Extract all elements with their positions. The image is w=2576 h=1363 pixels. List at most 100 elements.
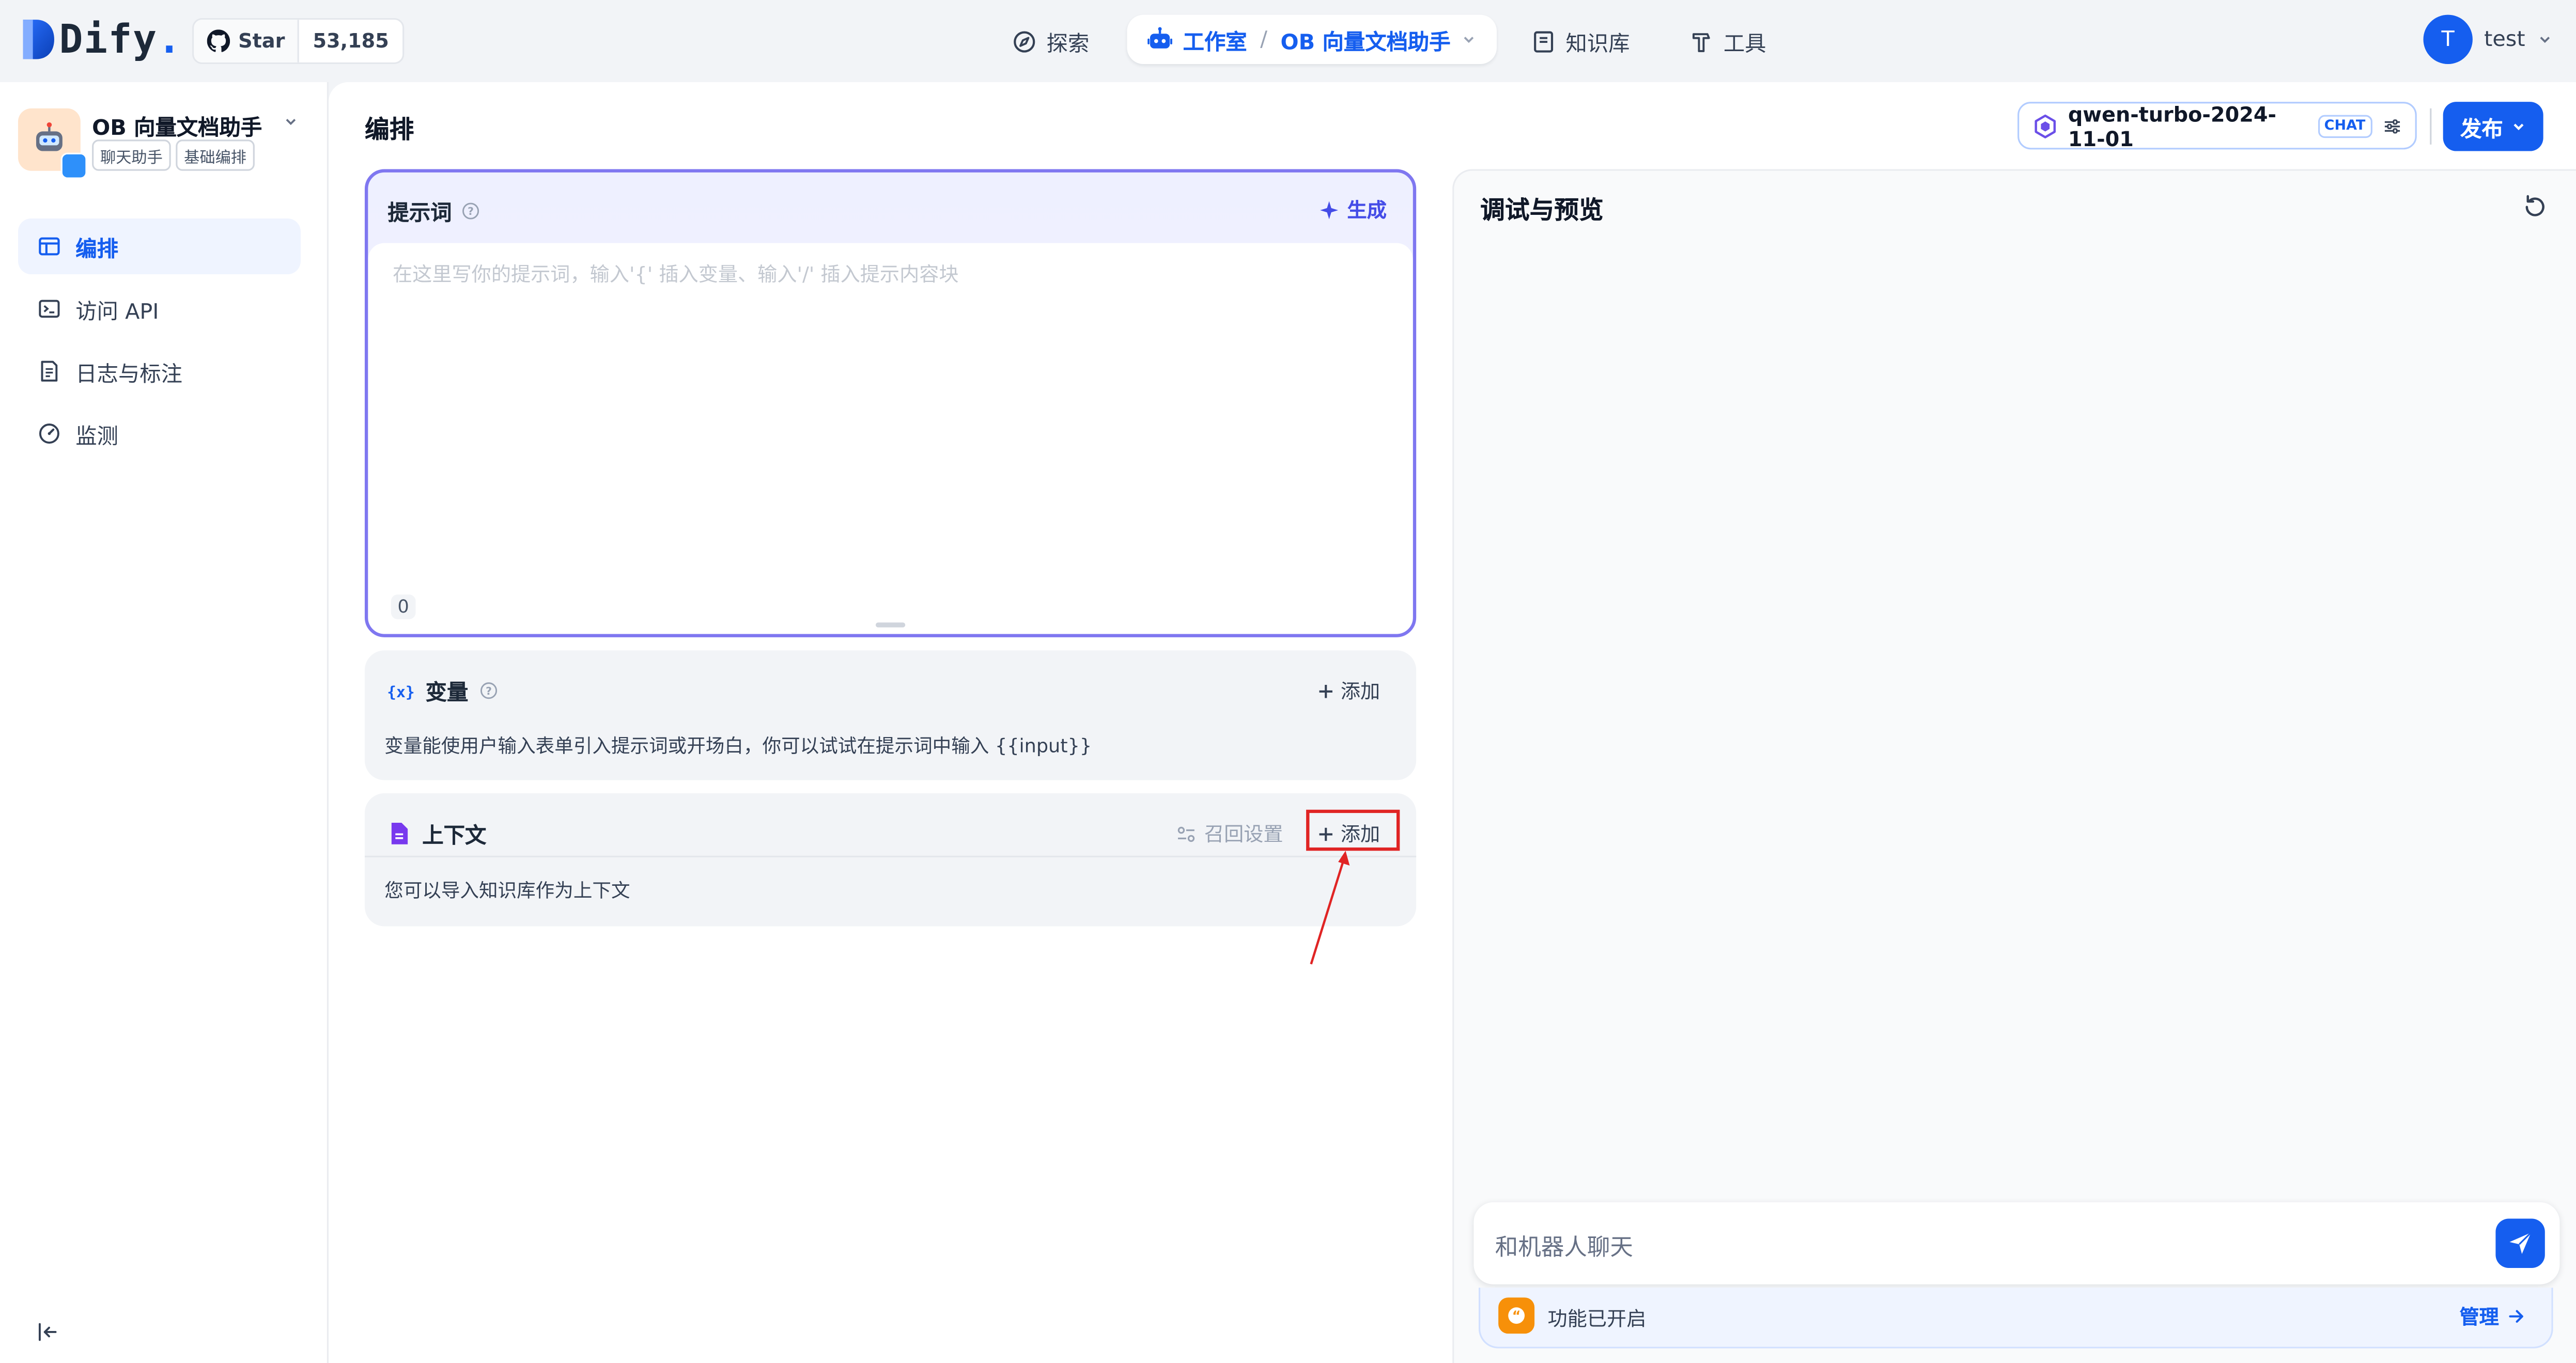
send-icon (2509, 1232, 2532, 1254)
plus-icon (1319, 684, 1332, 697)
robot-icon (1147, 27, 1172, 49)
nav-studio[interactable]: 工作室 / OB 向量文档助手 (1127, 14, 1497, 65)
feature-quote-icon: “ (1498, 1297, 1535, 1334)
variables-header: {x} 变量 ? (387, 675, 498, 706)
breadcrumb-separator: / (1260, 27, 1268, 52)
nav-explore-label: 探索 (1046, 32, 1090, 57)
sidebar-item-label: 日志与标注 (75, 362, 183, 387)
model-selector[interactable]: qwen-turbo-2024-11-01 CHAT (2018, 101, 2417, 150)
features-enabled-label: 功能已开启 (1547, 1307, 1647, 1330)
avatar: T (2423, 14, 2473, 65)
svg-text:?: ? (486, 685, 492, 697)
help-circle-icon[interactable]: ? (480, 682, 498, 700)
collapse-sidebar-button[interactable] (36, 1321, 59, 1344)
variables-description: 变量能使用户输入表单引入提示词或开场白，你可以试试在提示词中输入 {{input… (384, 734, 1092, 757)
nav-explore[interactable]: 探索 (1012, 20, 1090, 62)
arrow-right-icon (2509, 1310, 2523, 1323)
prompt-placeholder: 在这里写你的提示词，输入'{' 插入变量、输入'/' 插入提示内容块 (393, 262, 959, 286)
app-tag-type: 聊天助手 (92, 139, 171, 171)
layout-icon (39, 237, 60, 256)
help-circle-icon[interactable]: ? (462, 202, 480, 220)
variable-icon: {x} (387, 682, 414, 700)
settings-sliders-icon[interactable] (2382, 114, 2402, 137)
nav-knowledge[interactable]: 知识库 (1531, 20, 1630, 62)
svg-text:?: ? (468, 205, 474, 217)
sidebar-item-monitoring[interactable]: 监测 (18, 405, 301, 461)
dify-logo-icon (23, 20, 54, 59)
page-title: 编排 (364, 115, 414, 145)
quote-icon: “ (1508, 1307, 1525, 1324)
sidebar-item-logs[interactable]: 日志与标注 (18, 343, 301, 399)
context-divider (364, 855, 1417, 857)
restart-chat-button[interactable] (2522, 194, 2548, 220)
chevron-down-icon (2540, 37, 2550, 43)
send-button[interactable] (2495, 1218, 2545, 1268)
generate-prompt-button[interactable]: 生成 (1319, 195, 1387, 223)
recall-settings-button[interactable]: 召回设置 (1176, 820, 1283, 848)
chevron-down-icon (2512, 123, 2523, 131)
sidebar-item-orchestrate[interactable]: 编排 (18, 218, 301, 275)
terminal-icon (39, 300, 60, 318)
context-description: 您可以导入知识库作为上下文 (384, 879, 630, 902)
prompt-char-count: 0 (391, 594, 416, 619)
sidebar-item-api[interactable]: 访问 API (18, 281, 301, 337)
header-divider (2430, 108, 2432, 145)
chat-input-box[interactable]: 和机器人聊天 (1473, 1202, 2560, 1284)
publish-button[interactable]: 发布 (2443, 102, 2543, 151)
add-variable-label: 添加 (1340, 680, 1380, 703)
nav-knowledge-label: 知识库 (1565, 32, 1630, 57)
model-mode-badge: CHAT (2317, 114, 2372, 137)
dashboard-icon (39, 424, 59, 444)
variables-card: {x} 变量 ? 添加 变量能使用户输入表单引入提示词或开场白，你可以试试在提示… (364, 650, 1417, 780)
hammer-icon (1693, 32, 1710, 52)
collapse-left-icon (38, 1323, 57, 1341)
document-icon (391, 822, 408, 844)
nav-studio-label: 工作室 (1183, 30, 1247, 55)
file-list-icon (41, 361, 58, 382)
github-star-widget[interactable]: Star 53,185 (192, 18, 404, 65)
dify-logo[interactable]: Dify. (20, 15, 182, 64)
manage-features-button[interactable]: 管理 (2459, 1303, 2525, 1330)
chevron-down-icon (1464, 37, 1473, 43)
features-bar: “ 功能已开启 管理 (1479, 1288, 2553, 1349)
nav-tools[interactable]: 工具 (1689, 20, 1766, 62)
compass-icon (1014, 30, 1035, 52)
model-name: qwen-turbo-2024-11-01 (2068, 101, 2277, 150)
logo-dot: . (157, 16, 182, 62)
sparkle-icon (1320, 200, 1339, 218)
app-tag-mode: 基础编排 (176, 139, 255, 171)
nav-current-app[interactable]: OB 向量文档助手 (1281, 24, 1451, 55)
book-icon (1534, 30, 1554, 52)
resize-handle[interactable] (875, 622, 906, 628)
publish-label: 发布 (2460, 117, 2503, 143)
recall-settings-icon (1177, 826, 1195, 841)
sidebar-item-label: 监测 (75, 425, 119, 449)
variables-title: 变量 (425, 681, 469, 707)
prompt-title: 提示词 (387, 202, 452, 227)
sidebar-item-label: 访问 API (75, 300, 159, 325)
app-name[interactable]: OB 向量文档助手 (92, 110, 262, 142)
context-card: 上下文 召回设置 添加 您可以导入知识库作为上下文 (364, 793, 1417, 927)
user-menu[interactable]: T test (2423, 14, 2553, 65)
github-star-label: Star (238, 29, 285, 53)
prompt-editor-card: 提示词 ? 生成 在这里写你的提示词，输入'{' 插入变量、输入'/' 插入提示… (364, 169, 1417, 637)
qwen-model-icon (2035, 114, 2056, 138)
chat-input-placeholder: 和机器人聊天 (1495, 1235, 1633, 1262)
sidebar-item-label: 编排 (75, 237, 119, 262)
svg-text:“: “ (1512, 1308, 1521, 1324)
debug-preview-panel (1452, 169, 2576, 1363)
github-icon (207, 29, 230, 52)
prompt-header: 提示词 ? (387, 195, 480, 227)
annotation-arrow (1310, 851, 1350, 965)
app-type-badge (60, 152, 87, 179)
app-menu-chevron[interactable] (283, 113, 299, 130)
user-name: test (2484, 27, 2525, 52)
context-title: 上下文 (422, 824, 487, 850)
generate-label: 生成 (1347, 198, 1387, 222)
sidebar: OB 向量文档助手 聊天助手 基础编排 编排 访问 API 日志与标注 监测 (0, 82, 329, 1363)
refresh-icon (2525, 195, 2544, 216)
nav-tools-label: 工具 (1723, 32, 1766, 57)
chevron-down-icon (286, 119, 296, 126)
add-variable-button[interactable]: 添加 (1317, 677, 1380, 704)
prompt-textarea[interactable]: 在这里写你的提示词，输入'{' 插入变量、输入'/' 插入提示内容块 0 (368, 243, 1413, 634)
